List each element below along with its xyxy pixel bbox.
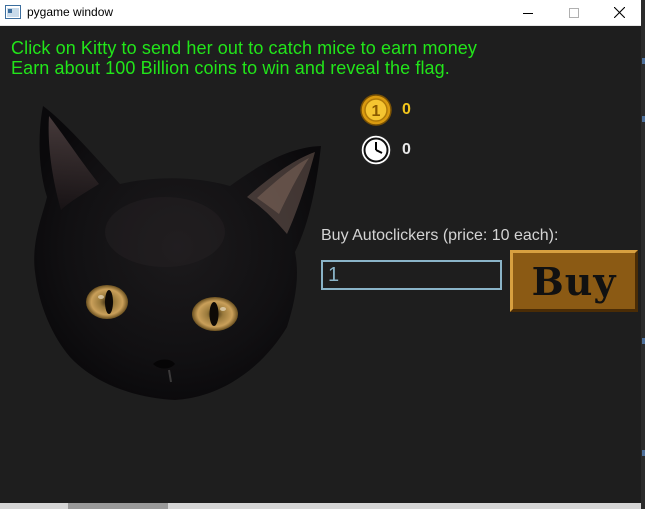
- background-window-edge: [641, 0, 645, 509]
- instruction-line-1: Click on Kitty to send her out to catch …: [11, 38, 478, 58]
- instruction-line-2: Earn about 100 Billion coins to win and …: [11, 58, 450, 78]
- coin-icon: 1: [360, 94, 392, 126]
- window-title: pygame window: [27, 5, 114, 19]
- maximize-icon: [569, 7, 579, 18]
- buy-button-label: Buy: [531, 258, 617, 304]
- autoclicker-label: Buy Autoclickers (price: 10 each):: [321, 227, 559, 244]
- coin-count: 0: [402, 101, 411, 118]
- clock-icon: [360, 134, 392, 166]
- maximize-button[interactable]: [551, 0, 597, 25]
- kitty-cat-button[interactable]: [25, 102, 325, 402]
- game-surface: Click on Kitty to send her out to catch …: [0, 26, 641, 509]
- autoclicker-quantity-input[interactable]: [321, 260, 502, 290]
- close-button[interactable]: [596, 0, 642, 25]
- title-bar[interactable]: pygame window: [0, 0, 641, 26]
- timer-count: 0: [402, 141, 411, 158]
- minimize-button[interactable]: [505, 0, 551, 25]
- close-icon: [613, 7, 625, 18]
- minimize-icon: [523, 12, 533, 14]
- svg-text:1: 1: [372, 103, 381, 120]
- app-icon: [5, 5, 21, 19]
- buy-button[interactable]: Buy: [510, 250, 638, 312]
- scrollbar-thumb[interactable]: [68, 503, 168, 509]
- pygame-window: pygame window Click on Kitty to send her…: [0, 0, 642, 509]
